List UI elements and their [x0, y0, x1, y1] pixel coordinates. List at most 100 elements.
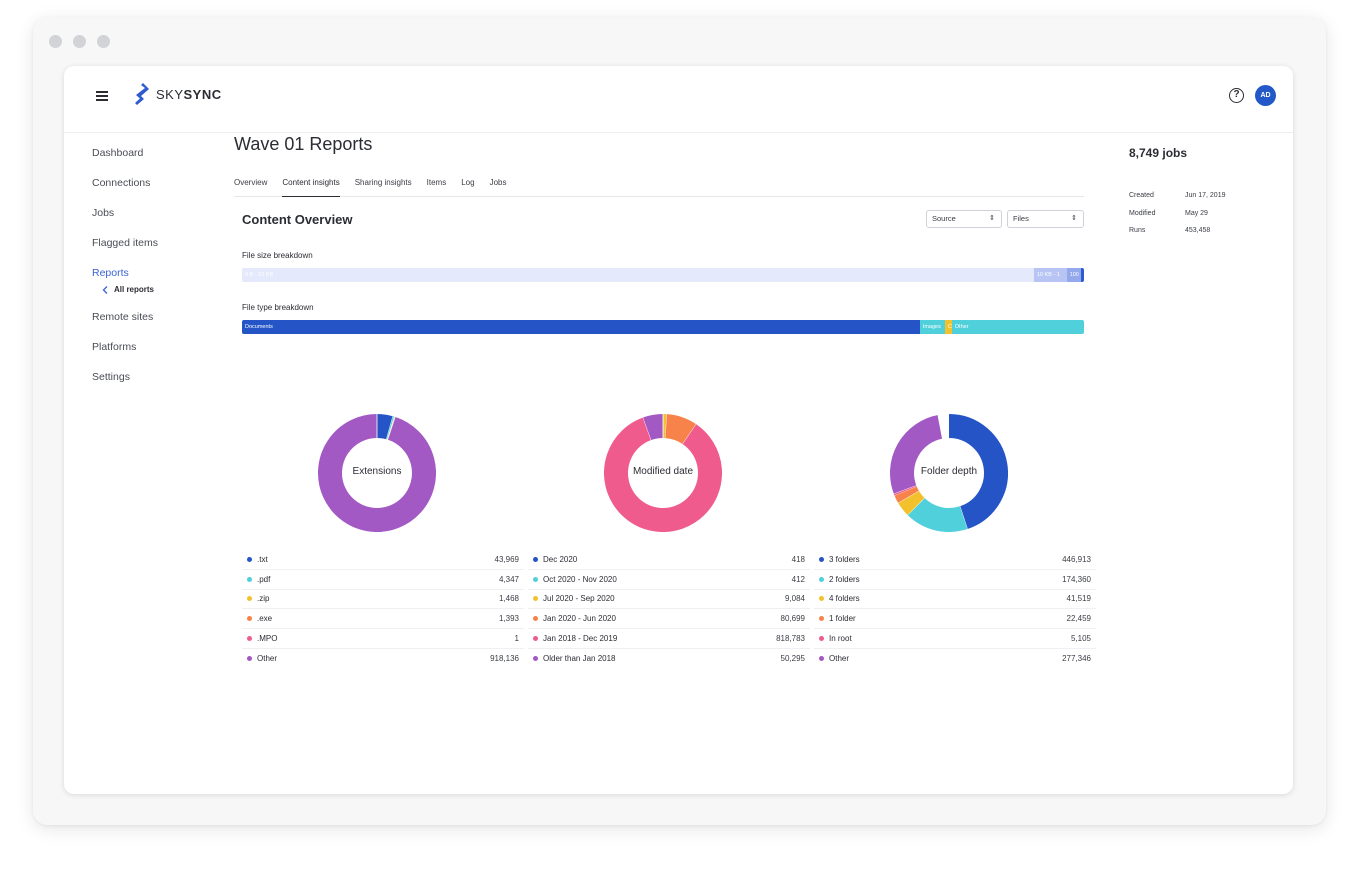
window-dot-maximize[interactable]: [97, 35, 110, 48]
file-size-bar: 0 B - 10 KB 10 KB - 1 100: [242, 268, 1084, 282]
legend-name: Older than Jan 2018: [543, 654, 616, 664]
page-title: Wave 01 Reports: [234, 134, 373, 154]
legend-value: 43,969: [494, 554, 519, 564]
files-select-value: Files: [1013, 214, 1029, 223]
tab-log[interactable]: Log: [461, 177, 474, 197]
hamburger-menu-icon[interactable]: [96, 91, 108, 101]
legend-dot-icon: [533, 636, 538, 642]
legend-row[interactable]: Jan 2018 - Dec 2019 818,783: [528, 629, 810, 649]
file-type-segment[interactable]: Documents: [242, 320, 920, 334]
modified-date-slice[interactable]: [643, 414, 664, 441]
meta-row-modified: Modified May 29: [1129, 205, 1269, 223]
legend-dot-icon: [247, 616, 252, 622]
meta-label: Runs: [1129, 227, 1146, 234]
file-size-segment[interactable]: 100: [1066, 268, 1081, 282]
modified-date-slice[interactable]: [664, 414, 697, 445]
meta-label: Created: [1129, 192, 1154, 199]
skysync-logo-icon: [135, 83, 149, 105]
legend-name: 1 folder: [829, 614, 856, 624]
legend-dot-icon: [533, 616, 538, 622]
legend-row[interactable]: .pdf 4,347: [242, 570, 524, 590]
tab-sharing-insights[interactable]: Sharing insights: [355, 177, 412, 197]
logo[interactable]: SKYSYNC: [134, 83, 222, 105]
legend-row[interactable]: Jan 2020 - Jun 2020 80,699: [528, 609, 810, 630]
legend-value: 5,105: [1070, 634, 1091, 644]
legend-row[interactable]: Dec 2020 418: [528, 550, 810, 570]
legend-name: Dec 2020: [543, 554, 578, 564]
sidebar-item-platforms[interactable]: Platforms: [92, 332, 212, 362]
file-size-segment[interactable]: 10 KB - 1: [1033, 268, 1067, 282]
meta-row-runs: Runs 453,458: [1129, 222, 1269, 240]
legend-name: Jan 2020 - Jun 2020: [543, 614, 616, 624]
legend-value: 174,360: [1062, 574, 1091, 584]
sidebar-item-remote-sites[interactable]: Remote sites: [92, 302, 212, 332]
file-type-bar: Documents Images C Other: [242, 320, 1084, 334]
legend-name: .zip: [257, 594, 270, 604]
sidebar-subitem-label: All reports: [114, 285, 155, 294]
section-title: Content Overview: [242, 212, 353, 227]
extensions-legend: .txt 43,969 .pdf 4,347 .zip 1,468 .exe 1,393 .MP…: [242, 550, 524, 669]
tab-content-insights[interactable]: Content insights: [282, 177, 340, 197]
legend-row[interactable]: .zip 1,468: [242, 590, 524, 610]
legend-value: 412: [791, 574, 805, 584]
legend-row[interactable]: 3 folders 446,913: [814, 550, 1096, 570]
legend-row[interactable]: 4 folders 41,519: [814, 590, 1096, 610]
user-avatar[interactable]: AD: [1255, 85, 1276, 106]
sidebar-item-dashboard[interactable]: Dashboard: [92, 138, 212, 168]
modified-date-legend: Dec 2020 418 Oct 2020 - Nov 2020 412 Jul 202…: [528, 550, 810, 669]
legend-dot-icon: [533, 556, 538, 562]
file-type-segment[interactable]: Other: [951, 320, 1084, 334]
sidebar-item-jobs[interactable]: Jobs: [92, 198, 212, 228]
file-type-segment[interactable]: C: [945, 320, 952, 334]
legend-row[interactable]: In root 5,105: [814, 629, 1096, 649]
legend-dot-icon: [247, 656, 252, 662]
source-select[interactable]: Source ⇕: [926, 210, 1002, 228]
folder-depth-slice[interactable]: [907, 497, 968, 532]
tab-items[interactable]: Items: [427, 177, 447, 197]
modified-date-donut-label: Modified date: [632, 466, 694, 477]
legend-name: 2 folders: [829, 574, 860, 584]
legend-row[interactable]: .MPO 1: [242, 629, 524, 649]
legend-name: .MPO: [257, 634, 278, 644]
window-dot-minimize[interactable]: [73, 35, 86, 48]
chevron-left-icon: [102, 286, 108, 294]
file-size-segment[interactable]: 0 B - 10 KB: [242, 268, 1034, 282]
legend-row[interactable]: Oct 2020 - Nov 2020 412: [528, 570, 810, 590]
legend-value: 418: [791, 554, 805, 564]
legend-row[interactable]: Older than Jan 2018 50,295: [528, 649, 810, 669]
folder-depth-donut-label: Folder depth: [920, 466, 978, 477]
legend-row[interactable]: Jul 2020 - Sep 2020 9,084: [528, 590, 810, 610]
legend-dot-icon: [819, 596, 824, 602]
window-dot-close[interactable]: [49, 35, 62, 48]
select-arrows-icon: ⇕: [989, 215, 995, 222]
legend-row[interactable]: 1 folder 22,459: [814, 609, 1096, 630]
legend-row[interactable]: .txt 43,969: [242, 550, 524, 570]
legend-row[interactable]: .exe 1,393: [242, 609, 524, 630]
legend-name: 3 folders: [829, 554, 860, 564]
sidebar-item-flagged-items[interactable]: Flagged items: [92, 228, 212, 258]
legend-row[interactable]: Other 277,346: [814, 649, 1096, 669]
extensions-slice[interactable]: [376, 414, 393, 440]
meta-value: Jun 17, 2019: [1185, 192, 1226, 199]
legend-row[interactable]: Other 918,136: [242, 649, 524, 669]
folder-depth-slice[interactable]: [898, 490, 925, 516]
file-size-segment[interactable]: [1081, 268, 1084, 282]
folder-depth-slice[interactable]: [894, 486, 919, 503]
sidebar-item-settings[interactable]: Settings: [92, 362, 212, 392]
file-type-segment[interactable]: Images: [919, 320, 946, 334]
legend-value: 9,084: [784, 594, 805, 604]
legend-row[interactable]: 2 folders 174,360: [814, 570, 1096, 590]
tab-jobs[interactable]: Jobs: [490, 177, 507, 197]
files-select[interactable]: Files ⇕: [1007, 210, 1084, 228]
legend-value: 818,783: [776, 634, 805, 644]
logo-text: SKYSYNC: [156, 86, 222, 102]
meta-value: May 29: [1185, 209, 1208, 217]
sidebar-item-connections[interactable]: Connections: [92, 168, 212, 198]
legend-value: 1: [514, 634, 519, 644]
folder-depth-slice[interactable]: [890, 415, 944, 494]
extensions-donut-label: Extensions: [352, 466, 402, 477]
legend-dot-icon: [819, 636, 824, 642]
help-icon[interactable]: ?: [1229, 88, 1244, 103]
tab-overview[interactable]: Overview: [234, 177, 267, 197]
legend-name: .pdf: [257, 574, 271, 584]
